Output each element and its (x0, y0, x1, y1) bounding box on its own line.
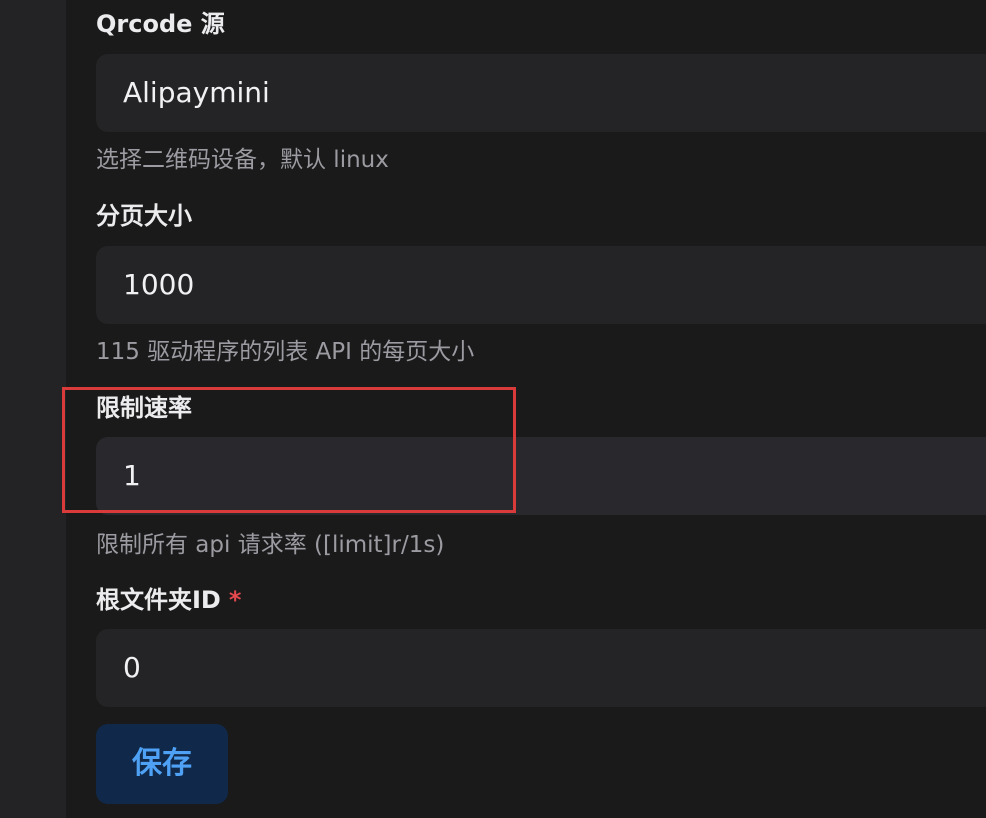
root-folder-id-label: 根文件夹ID * (96, 584, 241, 616)
root-folder-id-label-text: 根文件夹ID (96, 586, 221, 614)
qrcode-source-select[interactable]: Alipaymini (96, 54, 986, 132)
qrcode-source-label: Qrcode 源 (96, 10, 225, 38)
qrcode-source-hint: 选择二维码设备，默认 linux (96, 147, 389, 173)
required-asterisk: * (228, 586, 242, 614)
page-size-hint: 115 驱动程序的列表 API 的每页大小 (96, 339, 475, 365)
rate-limit-label: 限制速率 (96, 394, 192, 422)
rate-limit-hint: 限制所有 api 请求率 ([limit]r/1s) (96, 532, 445, 558)
sidebar-edge (0, 0, 66, 818)
save-button[interactable]: 保存 (96, 724, 228, 804)
rate-limit-input[interactable]: 1 (96, 437, 986, 515)
page-size-label: 分页大小 (96, 202, 192, 230)
root-folder-id-input[interactable]: 0 (96, 629, 986, 707)
page-size-input[interactable]: 1000 (96, 246, 986, 324)
